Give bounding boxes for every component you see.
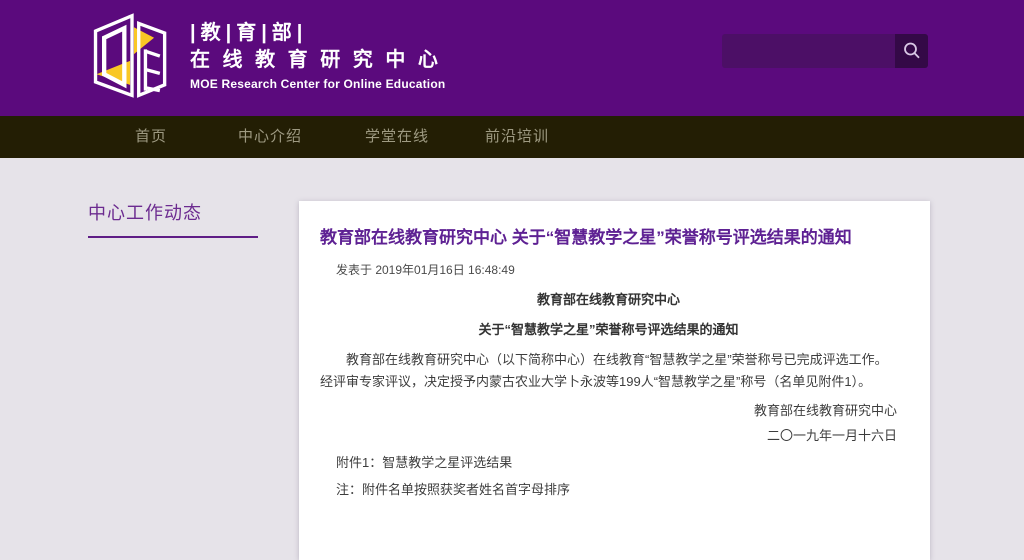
- article-panel: 教育部在线教育研究中心 关于“智慧教学之星”荣誉称号评选结果的通知 发表于 20…: [299, 201, 930, 560]
- article-title: 教育部在线教育研究中心 关于“智慧教学之星”荣誉称号评选结果的通知: [320, 227, 897, 249]
- logo-text: |教|育|部| 在 线 教 育 研 究 中 心 MOE Research Cen…: [190, 20, 445, 94]
- search-button[interactable]: [895, 34, 928, 68]
- search-box: [722, 34, 928, 68]
- article-body-paragraph: 教育部在线教育研究中心（以下简称中心）在线教育“智慧教学之星”荣誉称号已完成评选…: [320, 349, 897, 393]
- signature-date: 二〇一九年一月十六日: [320, 428, 897, 443]
- nav-item-xuetang-online[interactable]: 学堂在线: [365, 116, 429, 158]
- search-input[interactable]: [722, 34, 895, 68]
- article-publish-date: 发表于 2019年01月16日 16:48:49: [336, 261, 897, 278]
- main-nav: 首页 中心介绍 学堂在线 前沿培训: [0, 116, 1024, 158]
- nav-item-home[interactable]: 首页: [135, 116, 167, 158]
- logo-cn-ministry: |教|育|部|: [190, 20, 445, 46]
- nav-item-center-intro[interactable]: 中心介绍: [238, 116, 302, 158]
- search-icon: [901, 40, 923, 62]
- moe-logo[interactable]: |教|育|部| 在 线 教 育 研 究 中 心 MOE Research Cen…: [84, 8, 445, 106]
- notice-org-line: 教育部在线教育研究中心: [320, 289, 897, 308]
- sidebar-heading-underline: [88, 236, 258, 238]
- logo-cn-center: 在 线 教 育 研 究 中 心: [190, 46, 445, 74]
- nav-item-frontier-training[interactable]: 前沿培训: [485, 116, 549, 158]
- site-header: |教|育|部| 在 线 教 育 研 究 中 心 MOE Research Cen…: [0, 0, 1024, 116]
- notice-subject-line: 关于“智慧教学之星”荣誉称号评选结果的通知: [320, 319, 897, 338]
- attachment-note: 注：附件名单按照获奖者姓名首字母排序: [336, 482, 897, 497]
- moe-logo-icon: [84, 8, 180, 106]
- signature-org: 教育部在线教育研究中心: [320, 403, 897, 418]
- attachment-link[interactable]: 附件1：智慧教学之星评选结果: [336, 455, 897, 470]
- logo-en-name: MOE Research Center for Online Education: [190, 74, 445, 94]
- sidebar-heading-center-news: 中心工作动态: [88, 199, 202, 225]
